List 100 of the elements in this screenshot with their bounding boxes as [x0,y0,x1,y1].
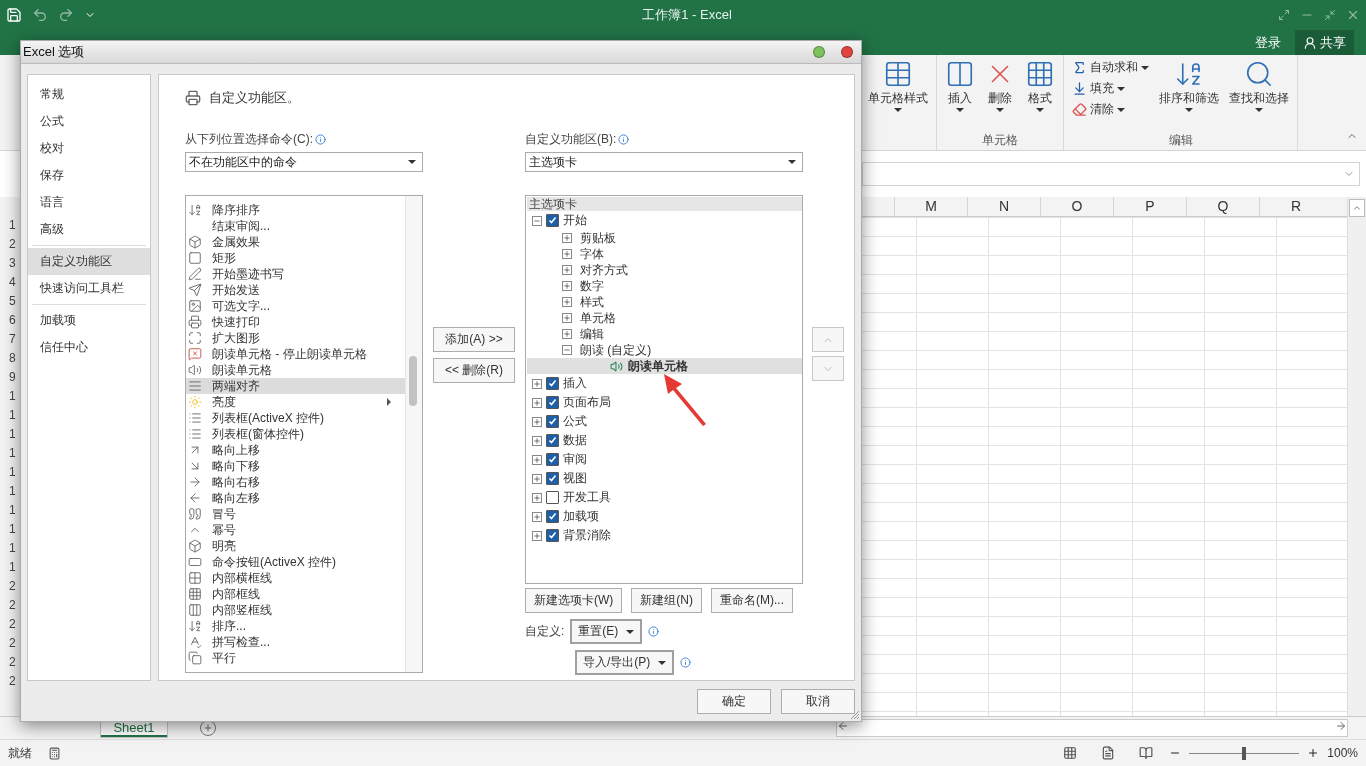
tree-item[interactable]: 审阅 [527,450,802,469]
tree-item[interactable]: 公式 [527,412,802,431]
tree-item[interactable]: 开发工具 [527,488,802,507]
list-item[interactable]: 亮度 [186,394,405,410]
restore-icon[interactable] [1324,9,1336,21]
tree-item[interactable]: 剪贴板 [527,230,802,246]
checkbox[interactable] [546,472,559,485]
add-button[interactable]: 添加(A) >> [433,327,515,352]
nav-item[interactable]: 语言 [28,189,150,216]
expand-icon[interactable] [532,454,542,465]
maximize-button[interactable] [813,46,825,58]
list-item[interactable]: 内部竖框线 [186,602,405,618]
ribbon-button[interactable]: 填充 [1070,80,1151,97]
nav-item[interactable]: 自定义功能区 [28,248,150,275]
ribbon-button[interactable]: 自动求和 [1070,59,1151,76]
list-item[interactable]: 明亮 [186,538,405,554]
ok-button[interactable]: 确定 [697,688,771,714]
expand-icon[interactable] [562,249,572,259]
sign-in-link[interactable]: 登录 [1255,33,1281,52]
expand-icon[interactable] [562,313,572,323]
ribbon-button[interactable]: 单元格样式 [866,57,930,132]
zoom-in-icon[interactable] [1307,747,1320,759]
expand-icon[interactable] [532,530,542,541]
ribbon-dropdown[interactable]: 主选项卡 [525,152,803,172]
expand-icon[interactable] [532,378,542,389]
nav-item[interactable]: 校对 [28,135,150,162]
nav-item[interactable]: 加载项 [28,307,150,334]
tree-item[interactable]: 数字 [527,278,802,294]
list-item[interactable]: 列表框(窗体控件) [186,426,405,442]
list-item[interactable]: 略向下移 [186,458,405,474]
scroll-left-icon[interactable] [837,720,849,732]
info-icon[interactable] [618,133,630,145]
collapse-icon[interactable] [562,345,572,355]
expand-icon[interactable] [562,281,572,291]
list-item[interactable]: 幂号 [186,522,405,538]
list-item[interactable]: 拼写检查... [186,634,405,650]
list-item[interactable]: 扩大图形 [186,330,405,346]
expand-icon[interactable] [532,492,542,503]
list-item[interactable]: 内部横框线 [186,570,405,586]
close-icon[interactable] [1346,8,1360,22]
page-layout-icon[interactable] [1101,746,1116,760]
ribbon-button[interactable]: 删除 [983,57,1017,132]
checkbox[interactable] [546,453,559,466]
list-item[interactable]: 略向左移 [186,490,405,506]
expand-icon[interactable] [562,233,572,243]
tree-action-button[interactable]: 重命名(M)... [711,588,793,613]
tree-action-button[interactable]: 新建选项卡(W) [525,588,623,613]
tree-item[interactable]: 字体 [527,246,802,262]
cancel-button[interactable]: 取消 [781,688,855,714]
ribbon-button[interactable]: 查找和选择 [1227,57,1291,132]
nav-item[interactable]: 保存 [28,162,150,189]
checkbox[interactable] [546,491,559,504]
collapse-icon[interactable] [532,215,542,226]
scroll-up-button[interactable] [1349,199,1365,217]
list-item[interactable]: 略向上移 [186,442,405,458]
ribbon-button[interactable]: 排序和筛选 [1157,57,1221,132]
page-break-icon[interactable] [1139,746,1154,760]
list-item[interactable]: 开始发送 [186,282,405,298]
list-item[interactable]: 排序... [186,618,405,634]
reset-button[interactable]: 重置(E) [570,619,643,644]
expand-icon[interactable] [562,297,572,307]
horizontal-scrollbar[interactable] [836,719,1348,737]
list-item[interactable]: 降序排序 [186,202,405,218]
expand-icon[interactable] [532,416,542,427]
tree-item[interactable]: 背景消除 [527,526,802,545]
tree-item[interactable]: 对齐方式 [527,262,802,278]
list-item[interactable]: 朗读单元格 - 停止朗读单元格 [186,346,405,362]
list-item[interactable]: 命令按钮(ActiveX 控件) [186,554,405,570]
checkbox[interactable] [546,529,559,542]
share-button[interactable]: 共享 [1295,30,1354,55]
tree-item[interactable]: 编辑 [527,326,802,342]
expand-icon[interactable] [562,265,572,275]
expand-icon[interactable] [532,473,542,484]
ribbon-display-icon[interactable] [1278,9,1290,21]
tree-item[interactable]: 插入 [527,374,802,393]
info-icon[interactable] [680,657,692,668]
import-export-button[interactable]: 导入/导出(P) [575,650,675,675]
ribbon-button[interactable]: 格式 [1023,57,1057,132]
tree-item[interactable]: 数据 [527,431,802,450]
zoom-level[interactable]: 100% [1327,746,1358,760]
nav-item[interactable]: 信任中心 [28,334,150,361]
checkbox[interactable] [546,396,559,409]
checkbox[interactable] [546,214,559,227]
ribbon-button[interactable]: 清除 [1070,101,1151,118]
tree-item[interactable]: 样式 [527,294,802,310]
tree-item[interactable]: 页面布局 [527,393,802,412]
list-item[interactable]: 金属效果 [186,234,405,250]
tree-item[interactable]: 单元格 [527,310,802,326]
undo-icon[interactable] [32,7,48,23]
tree-item[interactable]: 开始 [527,211,802,230]
info-icon[interactable] [315,133,326,145]
list-item[interactable]: 结束审阅... [186,218,405,234]
resize-grip-icon[interactable] [850,710,860,720]
list-item[interactable]: 快速打印 [186,314,405,330]
scrollbar-thumb[interactable] [409,356,417,406]
tree-item[interactable]: 视图 [527,469,802,488]
tree-action-button[interactable]: 新建组(N) [631,588,702,613]
commands-dropdown[interactable]: 不在功能区中的命令 [185,152,423,172]
list-item[interactable]: 列表框(ActiveX 控件) [186,410,405,426]
checkbox[interactable] [546,377,559,390]
